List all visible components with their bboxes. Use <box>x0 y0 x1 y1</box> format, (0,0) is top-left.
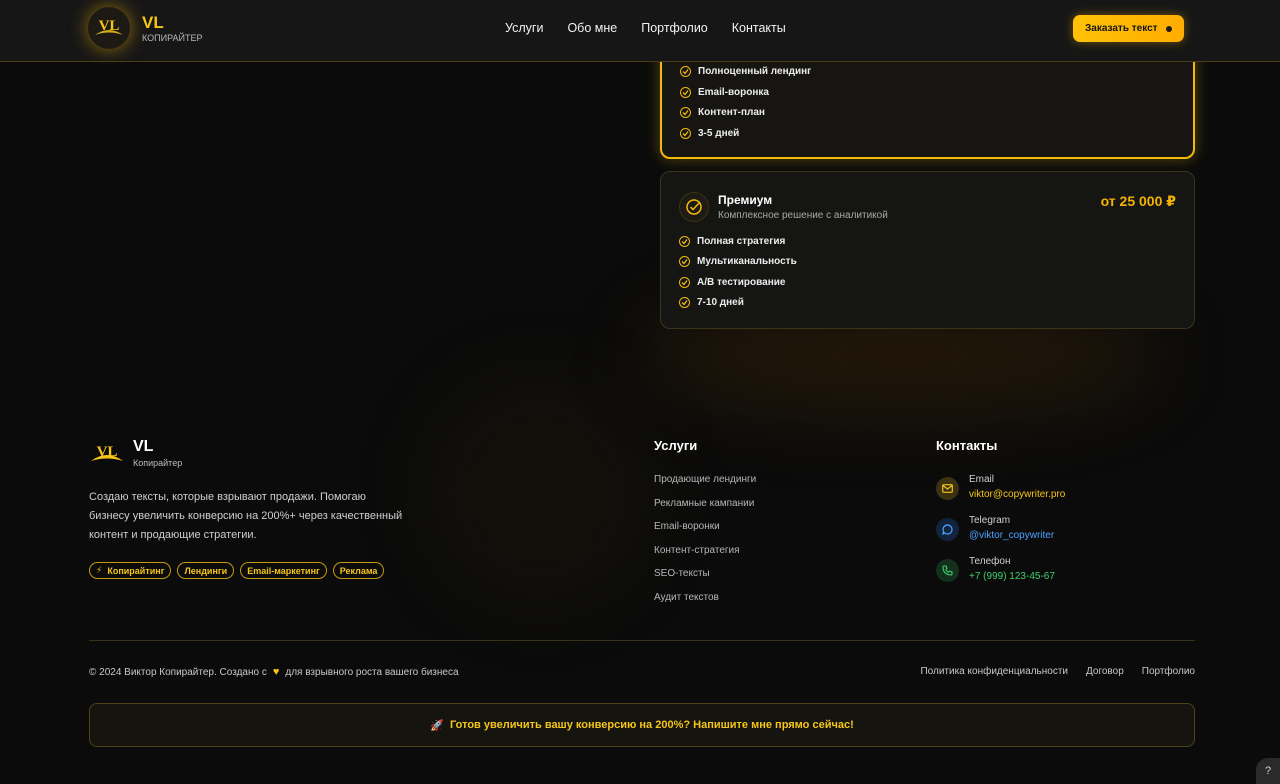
nav-link-services[interactable]: Услуги <box>505 21 543 35</box>
feature-item: Полная стратегия <box>679 236 785 247</box>
privacy-policy-link[interactable]: Политика конфиденциальности <box>920 666 1068 677</box>
bolt-icon: ⚡ <box>96 565 103 575</box>
chat-icon <box>936 518 959 541</box>
tag: Реклама <box>332 562 385 579</box>
check-icon <box>679 297 690 308</box>
tag-list: ⚡ Копирайтинг Лендинги Email-маркетинг Ре… <box>89 562 385 579</box>
logo-subtitle: КОПИРАЙТЕР <box>142 32 203 43</box>
phone-link[interactable]: +7 (999) 123-45-67 <box>969 570 1055 584</box>
footer-divider <box>89 640 1195 641</box>
service-link[interactable]: Email-воронки <box>654 521 756 545</box>
feature-item: A/B тестирование <box>679 277 785 288</box>
tag: Лендинги <box>177 562 235 579</box>
service-link[interactable]: Аудит текстов <box>654 592 756 616</box>
feature-item: Контент-план <box>680 107 765 118</box>
check-icon <box>680 66 691 77</box>
feature-item: Полноценный лендинг <box>680 66 811 77</box>
pricing-card-premium[interactable]: Премиум Комплексное решение с аналитикой… <box>660 171 1195 329</box>
copyright: © 2024 Виктор Копирайтер. Создано с ♥ дл… <box>89 666 459 678</box>
feature-item: 7-10 дней <box>679 297 744 308</box>
check-icon <box>679 236 690 247</box>
check-icon <box>680 128 691 139</box>
check-icon <box>680 87 691 98</box>
footer-logo-title: VL <box>133 437 154 455</box>
check-icon <box>679 277 690 288</box>
footer-logo-subtitle: Копирайтер <box>133 457 183 468</box>
heart-icon: ♥ <box>272 666 280 678</box>
contact-label: Telegram <box>969 515 1011 526</box>
feature-item: 3-5 дней <box>680 128 739 139</box>
logo-mark-icon: VL <box>91 444 123 461</box>
email-link[interactable]: viktor@copywriter.pro <box>969 488 1065 502</box>
check-icon <box>679 256 690 267</box>
check-icon <box>680 107 691 118</box>
nav-link-contacts[interactable]: Контакты <box>732 21 786 35</box>
logo-mark-icon: VL <box>88 7 130 49</box>
svg-text:VL: VL <box>97 444 118 460</box>
service-link[interactable]: Рекламные кампании <box>654 498 756 522</box>
services-list: Продающие лендинги Рекламные кампании Em… <box>654 474 756 615</box>
cta-banner-text: Готов увеличить вашу конверсию на 200%? … <box>449 719 854 731</box>
contact-email[interactable]: Email viktor@copywriter.pro <box>936 473 1065 502</box>
feature-item: Email-воронка <box>680 87 769 98</box>
rocket-icon: 🚀 <box>430 719 444 732</box>
contact-label: Email <box>969 474 995 485</box>
service-link[interactable]: Продающие лендинги <box>654 474 756 498</box>
logo[interactable]: VL VL КОПИРАЙТЕР <box>88 7 202 49</box>
background-glow <box>430 380 650 600</box>
mail-icon <box>936 477 959 500</box>
nav-link-about[interactable]: Обо мне <box>567 21 617 35</box>
contact-telegram[interactable]: Telegram @viktor_copywriter <box>936 514 1054 543</box>
contacts-heading: Контакты <box>936 438 998 453</box>
tag: ⚡ Копирайтинг <box>89 562 172 579</box>
help-button[interactable]: ? <box>1256 758 1280 784</box>
phone-icon <box>936 559 959 582</box>
svg-text:VL: VL <box>99 18 120 34</box>
legal-links: Политика конфиденциальности Договор Порт… <box>920 666 1195 677</box>
order-text-button[interactable]: Заказать текст <box>1073 15 1184 42</box>
portfolio-link[interactable]: Портфолио <box>1142 666 1195 677</box>
nav-link-portfolio[interactable]: Портфолио <box>641 21 708 35</box>
services-heading: Услуги <box>654 438 698 453</box>
contact-phone[interactable]: Телефон +7 (999) 123-45-67 <box>936 555 1055 584</box>
target-icon <box>679 192 709 222</box>
logo-title: VL <box>142 12 164 32</box>
contract-link[interactable]: Договор <box>1086 666 1124 677</box>
telegram-link[interactable]: @viktor_copywriter <box>969 529 1054 543</box>
plan-name: Премиум <box>718 193 773 207</box>
footer-description: Создаю тексты, которые взрывают продажи.… <box>89 491 403 541</box>
footer-logo[interactable]: VL VL Копирайтер <box>89 437 182 469</box>
cta-banner[interactable]: 🚀 Готов увеличить вашу конверсию на 200%… <box>89 703 1195 747</box>
dot-icon <box>1166 26 1172 32</box>
service-link[interactable]: Контент-стратегия <box>654 545 756 569</box>
main-nav: Услуги Обо мне Портфолио Контакты <box>505 21 786 35</box>
plan-description: Комплексное решение с аналитикой <box>718 210 888 221</box>
site-header: VL VL КОПИРАЙТЕР Услуги Обо мне Портфоли… <box>0 0 1280 62</box>
contact-label: Телефон <box>969 556 1011 567</box>
order-text-button-label: Заказать текст <box>1085 23 1158 34</box>
service-link[interactable]: SEO-тексты <box>654 568 756 592</box>
feature-item: Мультиканальность <box>679 256 797 267</box>
plan-price: от 25 000 ₽ <box>1100 193 1176 209</box>
tag: Email-маркетинг <box>240 562 327 579</box>
